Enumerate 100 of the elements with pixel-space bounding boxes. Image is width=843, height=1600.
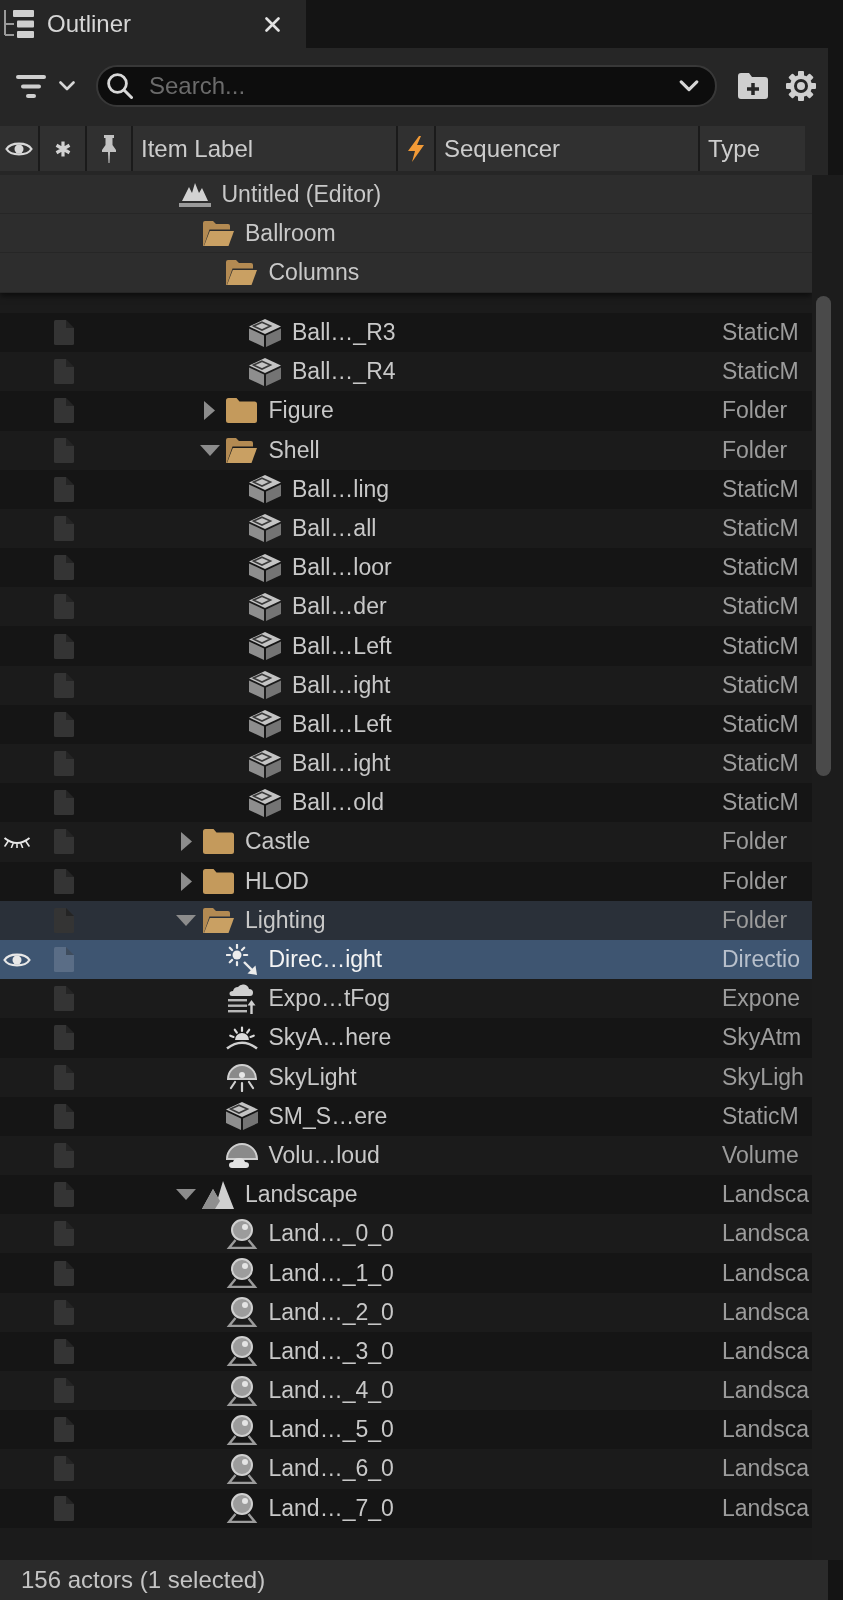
outliner-tab[interactable]: Outliner [0, 0, 306, 48]
caret-right-icon[interactable] [180, 832, 192, 852]
sphere-stand-icon [225, 1454, 258, 1484]
asterisk-icon [54, 140, 71, 157]
item-label: Land…_3_0 [268, 1337, 394, 1365]
outliner-row[interactable]: SkyLight SkyLigh [0, 1057, 812, 1097]
filter-button[interactable] [16, 74, 75, 98]
file-icon [54, 1182, 74, 1208]
outliner-row[interactable]: Ball…der StaticM [0, 587, 812, 627]
sphere-stand-icon [225, 1493, 258, 1524]
search-input[interactable]: Search... [149, 72, 671, 100]
type-label: Landsca [722, 1337, 809, 1364]
outliner-row[interactable]: Land…_4_0 Landsca [0, 1371, 812, 1411]
item-label: Direc…ight [268, 946, 383, 974]
item-label: Ball…ight [292, 671, 391, 699]
filter-icon [16, 74, 46, 98]
type-label: StaticM [722, 319, 799, 346]
type-label: Landsca [722, 1377, 809, 1404]
item-label: Land…_5_0 [268, 1416, 394, 1444]
file-icon [54, 555, 74, 581]
sphere-stand-icon [225, 1414, 258, 1445]
outliner-row[interactable]: Land…_0_0 Landsca [0, 1214, 812, 1254]
item-label: Landscape [245, 1181, 358, 1209]
cube-icon [249, 475, 281, 504]
outliner-row[interactable]: Volu…loud Volume [0, 1135, 812, 1176]
item-label: Ball…old [292, 789, 385, 817]
outliner-row[interactable]: Ball…ight StaticM [0, 744, 812, 784]
outliner-row[interactable]: Land…_2_0 Landsca [0, 1292, 812, 1332]
outliner-row[interactable]: Ball…all StaticM [0, 508, 812, 549]
caret-down-icon[interactable] [176, 1189, 196, 1201]
file-icon [54, 516, 74, 541]
type-label: StaticM [722, 671, 799, 698]
file-icon [54, 947, 74, 973]
outliner-icon [4, 10, 34, 38]
outliner-row[interactable]: Ball…_R4 StaticM [0, 352, 812, 392]
caret-right-icon[interactable] [180, 871, 192, 891]
mountains-icon [202, 1180, 234, 1209]
outliner-row[interactable]: Lighting Folder [0, 900, 812, 940]
add-folder-button[interactable] [738, 73, 768, 99]
close-button[interactable] [265, 16, 280, 32]
column-header[interactable] [398, 126, 434, 171]
outliner-row[interactable]: Ball…ight StaticM [0, 665, 812, 705]
outliner-row[interactable]: Shell Folder [0, 430, 812, 470]
lightning-icon [406, 135, 426, 162]
scrollbar-track[interactable] [812, 175, 843, 1560]
type-label: Volume [722, 1142, 799, 1168]
outliner-row[interactable]: Land…_6_0 Landsca [0, 1449, 812, 1489]
caret-down-icon[interactable] [176, 914, 196, 926]
outliner-row[interactable]: Ballroom [0, 214, 812, 254]
file-icon [54, 1260, 74, 1286]
type-label: SkyAtm [722, 1024, 802, 1051]
column-header[interactable] [0, 126, 38, 171]
file-icon [54, 1495, 74, 1521]
file-icon [54, 1143, 74, 1168]
type-label: StaticM [722, 358, 799, 385]
scrollbar-thumb[interactable] [816, 296, 831, 776]
outliner-row[interactable]: Castle Folder [0, 822, 812, 862]
column-header[interactable] [40, 126, 85, 171]
outliner-row[interactable]: Untitled (Editor) [0, 175, 812, 215]
type-label: Landsca [722, 1455, 809, 1482]
column-header[interactable]: Type [700, 126, 805, 171]
folder-plus-icon [738, 73, 768, 99]
column-header[interactable]: Sequencer [436, 126, 698, 171]
item-label: Land…_4_0 [268, 1377, 394, 1405]
column-header[interactable]: Item Label [133, 126, 396, 171]
close-icon [265, 16, 280, 32]
search-field[interactable]: Search... [96, 65, 717, 107]
item-label: Ball…der [292, 593, 387, 621]
cube-icon [249, 749, 281, 778]
file-icon [54, 1103, 74, 1129]
sphere-stand-icon [225, 1297, 258, 1328]
type-label: StaticM [722, 710, 799, 737]
sun-arrow-icon [226, 944, 257, 976]
eye-icon [3, 951, 31, 968]
search-dropdown-button[interactable] [679, 80, 699, 92]
cube-icon [249, 710, 281, 739]
item-label: Ballroom [245, 219, 336, 247]
caret-down-icon[interactable] [199, 444, 220, 456]
file-icon [54, 320, 74, 346]
cube-icon [249, 318, 281, 347]
outliner-row[interactable]: Direc…ight Directio [0, 939, 812, 980]
type-label: StaticM [722, 750, 799, 777]
file-icon [54, 829, 74, 855]
cube-icon [249, 514, 281, 543]
caret-down-icon [679, 80, 699, 92]
item-label: Lighting [245, 906, 326, 934]
file-icon [54, 790, 74, 816]
item-label: Volu…loud [268, 1142, 380, 1169]
type-label: Landsca [722, 1416, 809, 1443]
outliner-row[interactable]: Columns [0, 253, 812, 293]
column-header[interactable] [87, 126, 131, 171]
cube-icon [249, 357, 281, 386]
item-label: Ball…_R4 [292, 358, 396, 386]
type-label: StaticM [722, 593, 799, 620]
caret-right-icon[interactable] [204, 401, 215, 421]
outliner-row[interactable]: Expo…tFog Expone [0, 979, 812, 1019]
file-icon [54, 1338, 74, 1364]
type-label: Landsca [722, 1259, 809, 1286]
type-label: Folder [722, 397, 788, 424]
dome-cloud-icon [225, 1142, 258, 1169]
